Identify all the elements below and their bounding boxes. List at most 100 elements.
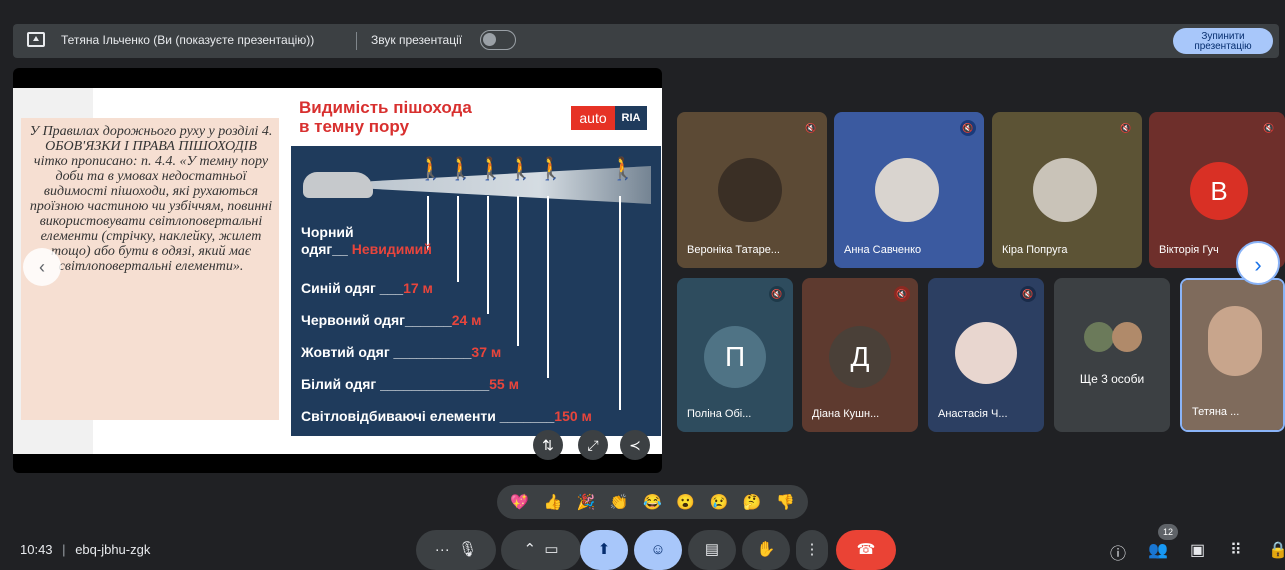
avatar-initial: П <box>704 326 766 388</box>
row-yellow-value: 37 м <box>471 344 502 360</box>
thumbs-down-reaction[interactable]: 👎 <box>776 493 795 511</box>
logo-auto: auto <box>571 106 615 130</box>
more-participants-tile[interactable]: Ще 3 особи <box>1054 278 1170 432</box>
participant-name: Кіра Попруга <box>1002 244 1068 256</box>
meeting-info: 10:43 | ebq-jbhu-zgk <box>20 542 150 557</box>
present-icon: ⬆ <box>597 541 611 558</box>
stop-presenting-button[interactable]: Зупинити презентацію <box>1173 28 1273 54</box>
row-blue-value: 17 м <box>403 280 433 296</box>
row-reflective-value: 150 м <box>554 408 592 424</box>
avatar-initial: В <box>1190 162 1248 220</box>
hand-icon: ✋ <box>756 541 776 558</box>
captions-button[interactable]: ▤ <box>688 530 736 570</box>
previous-slide-button[interactable]: ‹ <box>23 248 61 286</box>
participant-name: Анастасія Ч... <box>938 408 1008 420</box>
row-white-dash: ______________ <box>380 376 490 392</box>
raise-hand-button[interactable]: ✋ <box>742 530 790 570</box>
participant-tile[interactable]: 🔇 Анна Савченко <box>834 112 984 268</box>
row-red-value: 24 м <box>451 312 482 328</box>
chevron-up-icon[interactable]: ⌃ <box>523 541 536 558</box>
surprised-reaction[interactable]: 😮 <box>676 493 695 511</box>
camera-icon[interactable]: ▭ <box>544 541 558 558</box>
more-options-button[interactable]: ⋮ <box>796 530 828 570</box>
participant-name: Діана Кушн... <box>812 408 880 420</box>
participant-name: Поліна Обі... <box>687 408 752 420</box>
emoji-icon: ☺ <box>650 541 666 558</box>
thumbs-up-reaction[interactable]: 👍 <box>543 493 562 511</box>
next-page-button[interactable]: › <box>1236 241 1280 285</box>
participant-tile[interactable]: 🔇 Кіра Попруга <box>992 112 1142 268</box>
info-icon[interactable]: ⓘ <box>1110 540 1126 564</box>
party-reaction[interactable]: 🎉 <box>577 493 596 511</box>
self-view-tile[interactable]: Тетяна ... <box>1180 278 1285 432</box>
avatar-initial: Д <box>829 326 891 388</box>
row-white-label: Білий одяг <box>301 376 377 392</box>
camera-control[interactable]: ⌃ ▭ <box>501 530 581 570</box>
mic-off-icon: 🔇 <box>894 286 910 302</box>
row-reflective-label: Світловідбиваючі елементи <box>301 408 496 424</box>
row-yellow-label: Жовтий одяг <box>301 344 390 360</box>
avatar <box>1112 322 1142 352</box>
hang-up-icon: ☎ <box>856 541 876 558</box>
mic-off-icon: 🔇 <box>769 286 785 302</box>
infographic-header: Видимість пішохода в темну пору auto RIA <box>291 96 661 146</box>
line-red <box>487 196 489 314</box>
participant-tile[interactable]: 🔇 Вероніка Татаре... <box>677 112 827 268</box>
row-black-value: Невидимий <box>351 241 432 257</box>
laugh-reaction[interactable]: 😂 <box>643 493 662 511</box>
more-audio-icon[interactable]: ··· <box>435 541 450 558</box>
participant-tile[interactable]: П 🔇 Поліна Обі... <box>677 278 793 432</box>
avatar <box>718 158 782 222</box>
line-yellow <box>517 196 519 346</box>
row-white-value: 55 м <box>489 376 519 392</box>
thinking-reaction[interactable]: 🤔 <box>743 493 762 511</box>
avatar <box>955 322 1017 384</box>
participant-name: Вікторія Гуч <box>1159 244 1219 256</box>
logo-ria: RIA <box>615 106 647 130</box>
row-yellow-dash: __________ <box>393 344 472 360</box>
mic-off-icon: 🔇 <box>960 120 976 136</box>
line-blue <box>457 196 459 282</box>
chat-icon[interactable]: ▣ <box>1190 540 1205 560</box>
mic-off-icon: 🔇 <box>1120 123 1132 133</box>
mic-off-icon: 🔇 <box>1263 123 1275 133</box>
pedestrian-yellow-icon: 🚶 <box>507 156 535 181</box>
participant-tile[interactable]: Д 🔇 Діана Кушн... <box>802 278 918 432</box>
mic-off-icon: 🔇 <box>1020 286 1036 302</box>
host-controls-icon[interactable]: 🔒 <box>1268 540 1285 560</box>
share-icon[interactable]: ≺ <box>620 430 650 460</box>
emoji-button[interactable]: ☺ <box>634 530 682 570</box>
toggle-knob <box>483 33 496 46</box>
presentation-audio-toggle[interactable] <box>480 30 516 50</box>
row-black: Чорний одяг__ Невидимий <box>301 224 432 258</box>
leave-call-button[interactable]: ☎ <box>836 530 896 570</box>
divider: | <box>62 542 66 557</box>
fullscreen-icon[interactable]: ⤢ <box>578 430 608 460</box>
presentation-stage: У Правилах дорожнього руху у розділі 4. … <box>13 68 662 473</box>
row-blue-dash: ___ <box>379 280 404 296</box>
people-icon[interactable]: 👥 <box>1148 540 1168 560</box>
participant-tile[interactable]: 🔇 Анастасія Ч... <box>928 278 1044 432</box>
more-vert-icon: ⋮ <box>804 541 820 558</box>
clap-reaction[interactable]: 👏 <box>610 493 629 511</box>
participant-name: Вероніка Татаре... <box>687 244 780 256</box>
mic-control[interactable]: ··· 🎙 <box>416 530 496 570</box>
row-blue-label: Синій одяг <box>301 280 376 296</box>
mic-icon[interactable]: 🎙 <box>458 541 477 558</box>
visibility-infographic: Видимість пішохода в темну пору auto RIA… <box>291 96 661 436</box>
avatar <box>875 158 939 222</box>
row-blue: Синій одяг ___17 м <box>301 280 433 296</box>
sad-reaction[interactable]: 😢 <box>710 493 729 511</box>
pedestrian-blue-icon: 🚶 <box>447 156 475 181</box>
participant-name: Анна Савченко <box>844 244 922 256</box>
more-participants-label: Ще 3 особи <box>1079 372 1145 386</box>
clock: 10:43 <box>20 542 53 557</box>
activities-icon[interactable]: ⠿ <box>1230 540 1242 560</box>
people-count-badge: 12 <box>1158 524 1178 540</box>
presentation-audio-label: Звук презентації <box>371 33 463 47</box>
pin-icon[interactable]: ⇅ <box>533 430 563 460</box>
heart-reaction[interactable]: 💖 <box>510 493 529 511</box>
present-button[interactable]: ⬆ <box>580 530 628 570</box>
self-video-face <box>1208 306 1262 376</box>
slide-text: У Правилах дорожнього руху у розділі 4. … <box>29 124 273 274</box>
